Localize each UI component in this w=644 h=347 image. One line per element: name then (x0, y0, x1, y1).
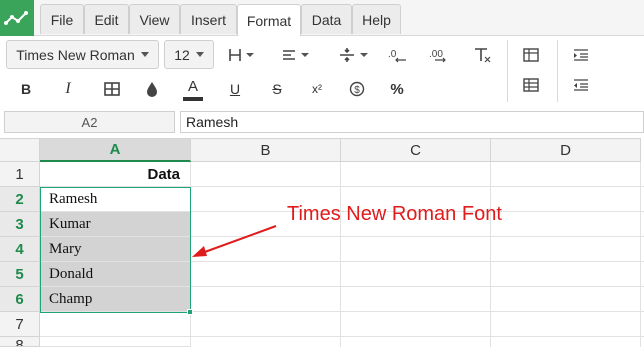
formula-input[interactable]: Ramesh (180, 111, 644, 133)
svg-text:$: $ (354, 85, 360, 96)
svg-text:.00: .00 (429, 49, 443, 60)
outdent-button[interactable] (570, 74, 592, 96)
app-logo-icon (0, 0, 34, 36)
text-color-swatch (183, 97, 203, 101)
insert-table-button[interactable] (520, 44, 542, 66)
annotation-arrow-icon (192, 225, 277, 257)
text-color-button[interactable]: A (182, 76, 204, 102)
currency-button[interactable]: $ (346, 78, 368, 100)
font-size-dropdown[interactable]: 12 (164, 40, 214, 69)
strikethrough-button[interactable]: S (266, 78, 288, 100)
column-header-b[interactable]: B (191, 138, 341, 162)
dollar-circle-icon: $ (349, 81, 365, 97)
cell-a1[interactable]: Data (40, 162, 191, 187)
italic-button[interactable]: I (56, 78, 80, 100)
font-size-value: 12 (174, 46, 190, 63)
menu-data[interactable]: Data (301, 4, 352, 34)
menu-help[interactable]: Help (352, 4, 401, 34)
merge-cells-button[interactable] (100, 78, 124, 100)
toolbar-divider (557, 40, 558, 102)
row-header[interactable]: 6 (0, 287, 40, 312)
cell-a7[interactable] (40, 312, 191, 337)
menu-view[interactable]: View (129, 4, 180, 34)
underline-button[interactable]: U (224, 78, 246, 100)
menu-file[interactable]: File (40, 4, 84, 34)
grid-icon (104, 82, 120, 96)
vertical-align-icon (340, 48, 368, 62)
menu-format[interactable]: Format (237, 4, 301, 36)
row-header[interactable]: 7 (0, 312, 40, 337)
chevron-down-icon (140, 52, 149, 57)
column-header-d[interactable]: D (491, 138, 641, 162)
column-header-a[interactable]: A (40, 138, 191, 162)
menu-bar: File Edit View Insert Format Data Help (0, 0, 644, 36)
toolbar-divider (507, 40, 508, 102)
outdent-icon (574, 79, 588, 91)
cell-a8[interactable] (40, 337, 191, 347)
indent-button[interactable] (570, 44, 592, 66)
text-color-letter: A (187, 77, 198, 95)
clear-format-button[interactable] (470, 42, 496, 68)
clear-format-icon (475, 48, 491, 63)
table-layout-button[interactable] (520, 74, 542, 96)
row-header[interactable]: 8 (0, 337, 40, 347)
superscript-button[interactable]: x² (306, 78, 328, 100)
fill-color-button[interactable] (140, 78, 164, 100)
annotation-label: Times New Roman Font (287, 203, 502, 225)
selection-range (40, 187, 191, 313)
row-header[interactable]: 4 (0, 237, 40, 262)
align-left-icon (283, 50, 309, 60)
paint-drop-icon (147, 82, 157, 97)
table-icon (523, 48, 539, 62)
fill-handle[interactable] (187, 309, 193, 315)
percent-button[interactable]: % (386, 78, 408, 100)
decrease-decimal-icon: .0 (388, 49, 406, 63)
bold-button[interactable]: B (14, 78, 38, 100)
increase-decimal-button[interactable]: .00 (428, 42, 454, 68)
table-grid-icon (523, 78, 539, 92)
row-header[interactable]: 2 (0, 187, 40, 212)
vertical-align-dropdown[interactable] (332, 42, 376, 68)
column-header-c[interactable]: C (341, 138, 491, 162)
row-header[interactable]: 3 (0, 212, 40, 237)
svg-text:.0: .0 (388, 49, 397, 60)
select-all-corner[interactable] (0, 138, 40, 162)
menu-edit[interactable]: Edit (84, 4, 129, 34)
increase-decimal-icon: .00 (429, 49, 446, 63)
decrease-decimal-button[interactable]: .0 (386, 42, 412, 68)
borders-icon (229, 49, 254, 61)
indent-icon (574, 49, 588, 61)
name-box[interactable]: A2 (4, 111, 175, 133)
font-family-value: Times New Roman (16, 46, 135, 63)
horizontal-align-dropdown[interactable] (276, 42, 316, 68)
menu-insert[interactable]: Insert (180, 4, 237, 34)
chevron-down-icon (195, 52, 204, 57)
row-header[interactable]: 1 (0, 162, 40, 187)
font-family-dropdown[interactable]: Times New Roman (6, 40, 159, 69)
row-header[interactable]: 5 (0, 262, 40, 287)
borders-dropdown[interactable] (222, 42, 262, 68)
